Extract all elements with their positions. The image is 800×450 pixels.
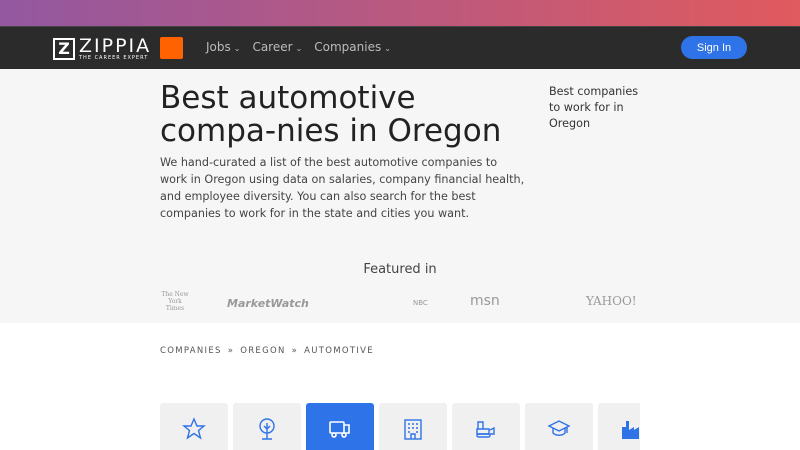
menu-career[interactable]: Career ⌄ xyxy=(252,40,302,54)
bulldozer-icon xyxy=(476,421,495,438)
star-icon xyxy=(182,417,206,440)
menu-label: Jobs xyxy=(206,40,231,54)
category-tile-active[interactable] xyxy=(306,403,374,450)
hero-section: Best automotive compa-nies in Oregon We … xyxy=(0,69,800,323)
logo-tagline: THE CAREER EXPERT xyxy=(79,55,149,61)
navbar: Z ZIPPIA THE CAREER EXPERT Jobs ⌄ Career ⌄… xyxy=(0,26,800,69)
category-tile[interactable] xyxy=(160,403,228,450)
category-tile[interactable] xyxy=(452,403,520,450)
breadcrumb-automotive: AUTOMOTIVE xyxy=(304,346,374,356)
graduation-cap-icon xyxy=(547,420,571,436)
chevron-down-icon: ⌄ xyxy=(384,44,391,53)
breadcrumb-companies[interactable]: COMPANIES xyxy=(160,346,222,356)
category-tile[interactable] xyxy=(598,403,640,450)
chevron-down-icon: ⌄ xyxy=(295,44,303,53)
category-tile[interactable] xyxy=(525,403,593,450)
chevron-down-icon: ⌄ xyxy=(233,44,241,53)
nyt-logo: The New York Times xyxy=(161,291,189,312)
page-description: We hand-curated a list of the best autom… xyxy=(160,156,525,220)
orange-badge[interactable] xyxy=(160,37,183,59)
yahoo-logo: YAHOO! xyxy=(586,294,637,308)
zippia-logo[interactable]: Z ZIPPIA THE CAREER EXPERT xyxy=(53,37,151,61)
top-gradient-bar xyxy=(0,0,800,26)
menu-companies[interactable]: Companies ⌄ xyxy=(314,40,391,54)
logo-mark-icon: Z xyxy=(53,38,75,60)
menu-label: Career xyxy=(252,40,293,54)
breadcrumb-separator: » xyxy=(291,346,299,356)
factory-icon xyxy=(622,421,639,439)
sign-in-button[interactable]: Sign In xyxy=(681,36,747,59)
page-title: Best automotive compa-nies in Oregon xyxy=(160,80,502,149)
msn-logo: msn xyxy=(470,293,500,309)
featured-in-label: Featured in xyxy=(363,262,437,277)
category-tile[interactable] xyxy=(379,403,447,450)
breadcrumb-separator: » xyxy=(227,346,235,356)
side-link-best-companies[interactable]: Best companies to work for in Oregon xyxy=(549,84,649,132)
breadcrumb-oregon[interactable]: OREGON xyxy=(240,346,285,356)
truck-icon xyxy=(329,421,350,438)
tree-icon xyxy=(259,418,275,440)
menu-jobs[interactable]: Jobs ⌄ xyxy=(206,40,240,54)
category-tiles xyxy=(160,403,640,450)
marketwatch-logo: MarketWatch xyxy=(227,297,309,310)
category-tile[interactable] xyxy=(233,403,301,450)
logo-text: ZIPPIA xyxy=(79,35,152,57)
breadcrumb: COMPANIES » OREGON » AUTOMOTIVE xyxy=(160,346,374,356)
nbc-logo: NBC xyxy=(413,299,428,307)
menu-label: Companies xyxy=(314,40,382,54)
building-icon xyxy=(404,419,422,440)
